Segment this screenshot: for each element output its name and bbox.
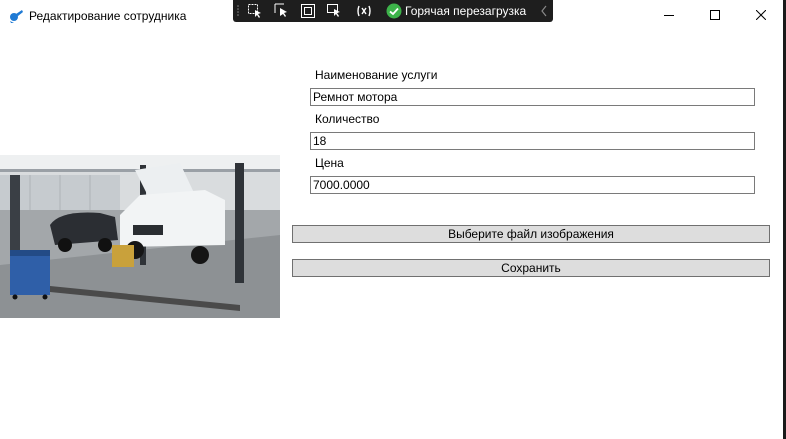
minimize-icon (664, 15, 674, 16)
select-element-icon (248, 4, 261, 18)
close-button[interactable] (738, 0, 784, 30)
quantity-field[interactable] (310, 132, 755, 150)
maximize-icon (710, 10, 720, 20)
choose-image-button[interactable]: Выберите файл изображения (292, 225, 770, 243)
close-icon (756, 10, 766, 20)
display-layout-button[interactable] (355, 2, 373, 20)
price-label: Цена (315, 156, 344, 170)
toolbar-grip-icon[interactable] (236, 4, 240, 18)
chevron-left-icon[interactable] (538, 3, 550, 19)
select-element-button[interactable] (246, 2, 264, 20)
display-layout-icon (357, 5, 371, 17)
checkmark-circle-icon (386, 3, 402, 19)
selection-adorner-icon (274, 3, 287, 17)
layout-adorners-button[interactable] (299, 2, 317, 20)
save-button[interactable]: Сохранить (292, 259, 770, 277)
hot-reload-label[interactable]: Горячая перезагрузка (405, 4, 526, 18)
service-name-field[interactable] (310, 88, 755, 106)
xaml-debug-toolbar: Горячая перезагрузка (233, 0, 553, 22)
service-name-label: Наименование услуги (315, 68, 438, 82)
track-focus-icon (327, 4, 340, 17)
minimize-button[interactable] (646, 0, 692, 30)
window-title: Редактирование сотрудника (29, 9, 187, 23)
price-field[interactable] (310, 176, 755, 194)
layout-adorners-icon (301, 4, 315, 18)
track-focus-button[interactable] (325, 2, 343, 20)
selection-adorner-button[interactable] (273, 2, 291, 20)
service-image (0, 155, 280, 318)
quantity-label: Количество (315, 112, 380, 126)
maximize-button[interactable] (692, 0, 738, 30)
app-icon (10, 10, 23, 23)
